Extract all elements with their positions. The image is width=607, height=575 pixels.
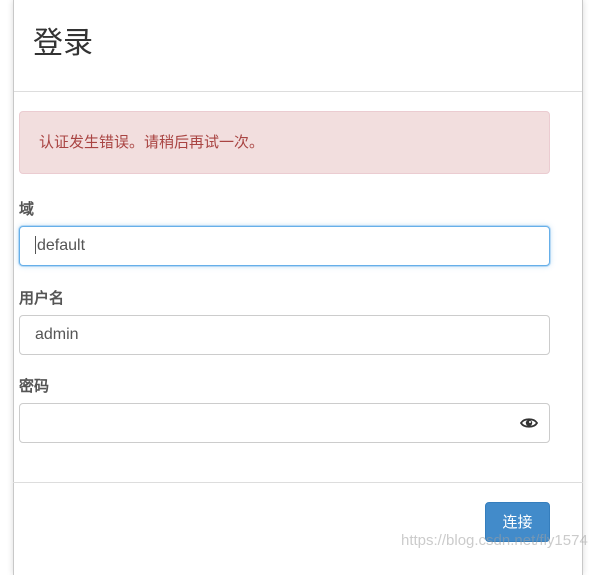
password-input[interactable] <box>19 403 550 443</box>
username-input[interactable]: admin <box>19 315 550 355</box>
password-label: 密码 <box>19 377 50 395</box>
domain-label: 域 <box>19 200 35 218</box>
username-input-value: admin <box>35 326 79 343</box>
username-label: 用户名 <box>19 289 65 307</box>
error-alert: 认证发生错误。请稍后再试一次。 <box>19 111 550 174</box>
watermark-text: https://blog.csdn.net/fly1574 <box>401 532 588 549</box>
domain-input[interactable]: default <box>19 226 550 266</box>
eye-icon[interactable] <box>520 416 538 430</box>
error-alert-message: 认证发生错误。请稍后再试一次。 <box>39 133 265 151</box>
dialog-header: 登录 <box>14 0 582 92</box>
domain-input-value: default <box>37 237 86 254</box>
text-caret <box>35 235 36 254</box>
dialog-title: 登录 <box>33 26 93 61</box>
